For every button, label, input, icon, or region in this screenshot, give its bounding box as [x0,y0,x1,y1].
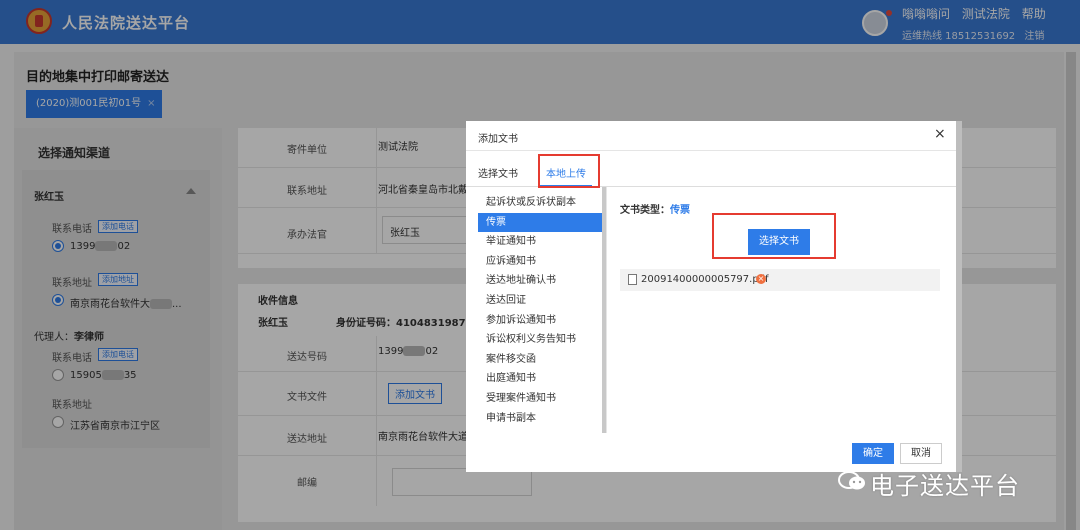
document-type-item[interactable]: 诉讼权利义务告知书 [478,330,604,350]
highlight-box-tab [538,154,600,188]
watermark-text: 电子送达平台 [870,472,1020,500]
close-icon[interactable]: × [934,126,946,142]
file-icon [628,274,637,285]
document-type-item[interactable]: 参加诉讼通知书 [478,311,604,331]
document-type-item[interactable]: 送达回证 [478,291,604,311]
tab-select-document[interactable]: 选择文书 [478,165,518,180]
document-type-label: 文书类型：传票 [620,205,690,216]
document-type-list: 起诉状或反诉状副本 传票 举证通知书 应诉通知书 送达地址确认书 送达回证 参加诉讼通知书诉… [478,193,604,428]
cancel-button[interactable]: 取消 [900,443,942,464]
document-type-item[interactable]: 受理案件通知书 [478,389,604,409]
document-type-item[interactable]: 起诉状或反诉状副本 [478,193,604,213]
dialog-title: 添加文书 [478,134,518,145]
document-type-item[interactable]: 案件移交函 [478,350,604,370]
document-type-item[interactable]: 举证通知书 [478,232,604,252]
add-document-dialog: 添加文书 × 选择文书 本地上传 起诉状或反诉状副本 传票 举证通知书 应诉通知书 送达… [466,121,956,472]
modal-scrollbar[interactable] [956,121,962,472]
document-type-item[interactable]: 送达地址确认书 [478,271,604,291]
confirm-button[interactable]: 确定 [852,443,894,464]
highlight-box-button [712,213,836,259]
wechat-icon [838,471,865,490]
file-name: 20091400000005797.pdf [641,274,769,285]
document-type-item[interactable]: 出庭通知书 [478,369,604,389]
divider [606,187,607,433]
document-type-item[interactable]: 传票 [478,212,604,233]
dialog-header: 添加文书 × [466,121,956,151]
uploaded-file-row: 20091400000005797.pdf × [620,269,940,291]
document-type-item[interactable]: 应诉通知书 [478,252,604,272]
remove-file-icon[interactable]: × [756,274,766,284]
document-type-item[interactable]: 申请书副本 [478,409,604,429]
